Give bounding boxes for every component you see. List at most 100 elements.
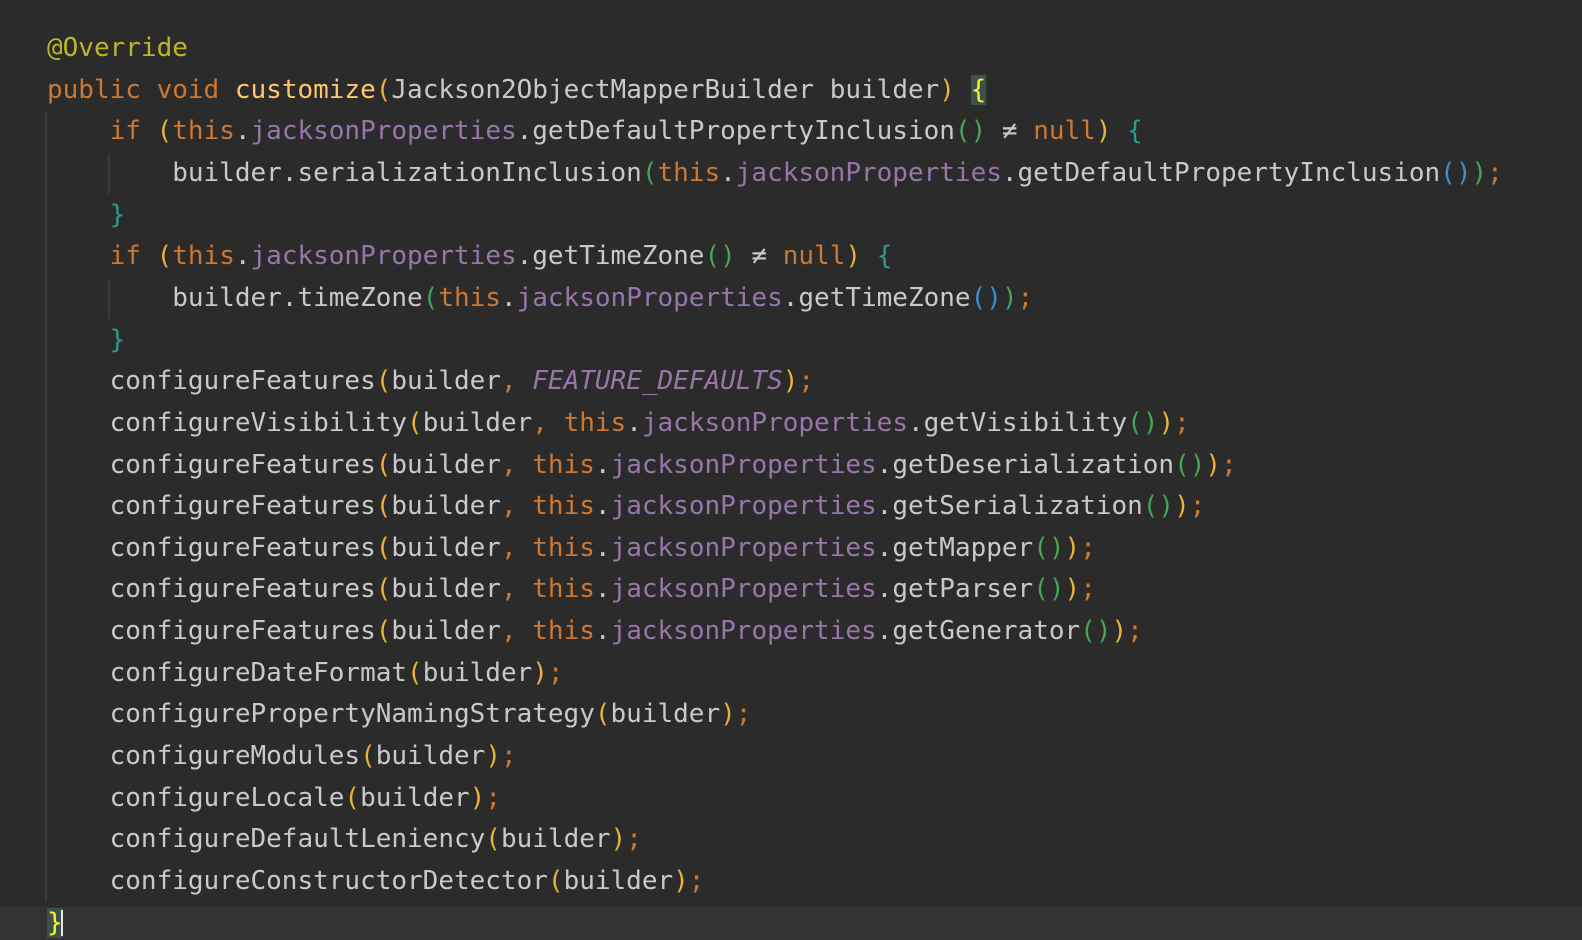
code-token: this — [532, 449, 595, 480]
code-token: Jackson2ObjectMapperBuilder builder — [391, 74, 940, 105]
code-token: ) — [1064, 574, 1081, 605]
code-token: ) — [1095, 116, 1112, 147]
code-token: configureLocale — [47, 782, 345, 813]
code-line[interactable]: builder.timeZone(this.jacksonProperties.… — [47, 277, 1033, 319]
code-token: ) — [532, 657, 548, 688]
code-line[interactable]: configurePropertyNamingStrategy(builder)… — [47, 693, 752, 735]
code-token: void — [156, 74, 235, 105]
code-token: .getSerialization — [876, 491, 1143, 522]
code-line[interactable]: configureFeatures(builder, FEATURE_DEFAU… — [47, 360, 814, 402]
code-line[interactable]: configureDateFormat(builder); — [47, 652, 564, 694]
code-token: builder — [391, 491, 501, 522]
code-token: ; — [1221, 449, 1237, 480]
code-token: ; — [626, 824, 642, 855]
code-token: if — [47, 241, 157, 272]
current-line-highlight — [0, 907, 1582, 940]
code-token: jacksonProperties — [641, 407, 908, 438]
code-token: } — [109, 324, 126, 355]
code-token: .getDefaultPropertyInclusion — [516, 116, 955, 147]
code-token: ( — [375, 74, 392, 105]
code-token: ) — [1471, 157, 1488, 188]
code-line[interactable]: @Override — [47, 27, 188, 69]
code-token: , — [500, 491, 533, 522]
code-token: configureModules — [47, 741, 361, 772]
code-token: () — [954, 116, 987, 147]
code-token: jacksonProperties — [610, 449, 877, 480]
code-token: jacksonProperties — [516, 282, 783, 313]
code-token: jacksonProperties — [610, 574, 877, 605]
code-line[interactable]: } — [47, 194, 126, 236]
code-token: builder — [422, 657, 533, 688]
code-token: ( — [422, 282, 439, 313]
code-token: builder — [391, 616, 501, 647]
code-token: . — [594, 616, 611, 647]
code-token: ) — [1064, 532, 1081, 563]
code-token: , — [500, 532, 533, 563]
code-token: . — [234, 241, 251, 272]
code-token: .getDeserialization — [876, 449, 1175, 480]
code-token: .getVisibility — [907, 407, 1128, 438]
code-token: this — [532, 616, 595, 647]
code-line[interactable]: configureConstructorDetector(builder); — [47, 860, 705, 902]
code-line[interactable]: configureModules(builder); — [47, 735, 517, 777]
code-token: ; — [547, 657, 564, 688]
code-token: this — [532, 491, 595, 522]
code-token: builder — [391, 532, 501, 563]
code-token: configureFeatures — [47, 491, 376, 522]
code-token: if — [47, 116, 157, 147]
code-token: this — [172, 241, 235, 272]
code-token: ; — [1174, 407, 1190, 438]
code-token: builder — [391, 366, 501, 397]
code-token: configureConstructorDetector — [47, 866, 548, 896]
code-editor[interactable]: @Override public void customize(Jackson2O… — [0, 0, 1582, 940]
code-token: () — [1080, 616, 1112, 647]
code-token: .getDefaultPropertyInclusion — [1001, 157, 1441, 188]
code-line[interactable]: configureFeatures(builder, this.jacksonP… — [47, 444, 1237, 486]
code-token: builder — [391, 449, 501, 480]
code-token: configureFeatures — [47, 574, 376, 605]
code-token: ( — [375, 366, 392, 397]
code-token: ; — [1080, 532, 1096, 563]
code-token: configureDateFormat — [47, 657, 408, 688]
code-token: ( — [156, 241, 173, 272]
code-token: ) — [469, 782, 486, 813]
code-token: () — [1033, 532, 1065, 563]
code-token: ; — [1487, 157, 1503, 188]
code-token: ) — [1174, 491, 1190, 522]
code-token: ; — [688, 866, 705, 896]
code-line[interactable]: if (this.jacksonProperties.getDefaultPro… — [47, 110, 1143, 152]
code-token: builder — [391, 574, 501, 605]
code-line[interactable]: public void customize(Jackson2ObjectMapp… — [47, 69, 987, 111]
code-token: . — [594, 574, 611, 605]
code-token: jacksonProperties — [610, 532, 877, 563]
code-token: . — [594, 532, 611, 563]
code-token: ) — [1158, 407, 1175, 438]
code-line[interactable]: if (this.jacksonProperties.getTimeZone()… — [47, 235, 893, 277]
code-token: this — [563, 407, 627, 438]
code-line[interactable]: configureFeatures(builder, this.jacksonP… — [47, 527, 1096, 569]
code-token: configureFeatures — [47, 449, 376, 480]
code-line[interactable]: builder.serializationInclusion(this.jack… — [47, 152, 1503, 194]
code-token: builder — [422, 407, 533, 438]
code-line[interactable]: configureFeatures(builder, this.jacksonP… — [47, 568, 1096, 610]
code-token: configureDefaultLeniency — [47, 824, 486, 855]
code-line[interactable]: configureDefaultLeniency(builder); — [47, 818, 642, 860]
code-token: .getMapper — [876, 532, 1034, 563]
code-token: . — [500, 282, 517, 313]
code-token: ) — [610, 824, 627, 855]
code-token: () — [1033, 574, 1065, 605]
code-token: , — [500, 574, 533, 605]
code-token: { — [876, 241, 893, 272]
code-token: ( — [375, 449, 392, 480]
code-line[interactable]: configureFeatures(builder, this.jacksonP… — [47, 610, 1143, 652]
code-line[interactable]: configureLocale(builder); — [47, 777, 501, 819]
code-line[interactable]: configureFeatures(builder, this.jacksonP… — [47, 485, 1206, 527]
code-token: customize — [234, 74, 376, 105]
code-token: ( — [485, 824, 501, 855]
code-line[interactable]: } — [47, 319, 126, 361]
code-token: ; — [1189, 491, 1206, 522]
code-line[interactable]: configureVisibility(builder, this.jackso… — [47, 402, 1190, 444]
code-token: .getGenerator — [876, 616, 1081, 647]
